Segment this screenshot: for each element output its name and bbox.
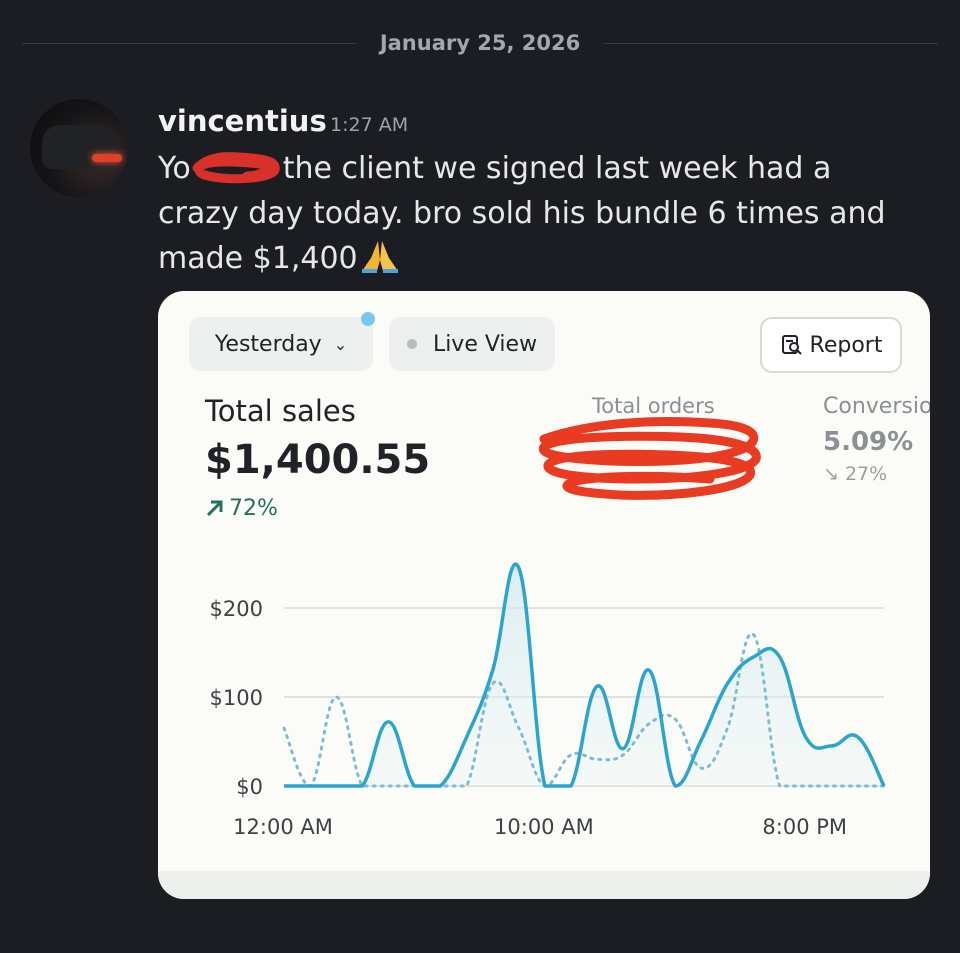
x-tick-label: 10:00 AM — [494, 815, 594, 839]
separator-line-right — [604, 42, 938, 44]
y-tick-label: $0 — [236, 775, 263, 799]
folded-hands-emoji-icon — [361, 241, 398, 273]
avatar-car-shape — [42, 125, 120, 169]
y-tick-label: $100 — [210, 686, 263, 710]
date-separator-label: January 25, 2026 — [379, 31, 581, 55]
avatar[interactable] — [30, 99, 128, 197]
message-text-part1: Yo — [158, 151, 191, 186]
date-separator: January 25, 2026 — [22, 28, 938, 58]
x-tick-label: 12:00 AM — [233, 815, 333, 839]
message-timestamp: 1:27 AM — [330, 114, 409, 136]
analytics-card: Yesterday ⌄ Live View Report Total sales… — [158, 291, 930, 899]
message-text: Yo the client we signed last week had a … — [158, 146, 918, 281]
y-tick-label: $200 — [210, 597, 263, 621]
author-name[interactable]: vincentius — [158, 104, 327, 138]
redaction-scribble-icon — [192, 152, 280, 184]
x-tick-label: 8:00 PM — [762, 815, 847, 839]
avatar-taillight — [92, 154, 122, 162]
sales-chart: $200 $100 $0 12:00 AM 10:00 AM 8:00 PM — [210, 562, 886, 839]
separator-line-left — [22, 42, 356, 44]
card-footer — [158, 871, 930, 899]
